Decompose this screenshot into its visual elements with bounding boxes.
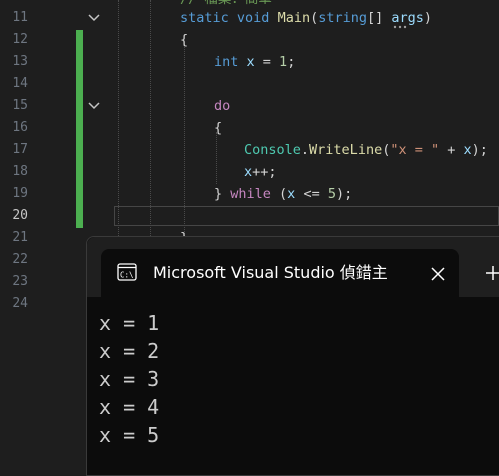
line-number: 13 — [12, 54, 28, 69]
code-token: [] — [367, 10, 392, 26]
change-indicator-bar — [76, 30, 83, 228]
line-number: 18 — [12, 164, 28, 179]
fold-chevron-icon[interactable] — [86, 98, 102, 114]
output-line: x = 3 — [99, 367, 160, 391]
code-token: { — [214, 120, 223, 136]
close-icon[interactable] — [431, 266, 445, 281]
current-line-highlight — [114, 206, 499, 226]
suggestion-dots — [393, 25, 407, 29]
code-token: + — [439, 142, 464, 158]
line-number: 20 — [12, 208, 28, 223]
code-token: { — [180, 32, 189, 48]
output-line: x = 2 — [99, 339, 160, 363]
line-number: 22 — [12, 252, 28, 267]
indent-guide — [216, 132, 217, 184]
code-token: ( — [310, 10, 319, 26]
code-token: Console — [244, 142, 301, 158]
code-token: ) — [423, 10, 433, 26]
code-token: void — [236, 10, 270, 26]
line-number: 11 — [12, 10, 28, 25]
terminal-tab[interactable]: C:\ Microsoft Visual Studio 偵錯主 — [101, 249, 459, 297]
terminal-output[interactable]: x = 1 x = 2 x = 3 x = 4 x = 5 — [99, 309, 159, 449]
terminal-tab-title: Microsoft Visual Studio 偵錯主 — [153, 263, 388, 282]
line-number: 21 — [12, 230, 28, 245]
code-token: string — [318, 10, 368, 26]
code-token: x — [238, 54, 255, 70]
code-line-17[interactable]: Console.WriteLine("x = " + x); — [244, 139, 488, 161]
terminal-titlebar[interactable]: C:\ Microsoft Visual Studio 偵錯主 — [87, 237, 499, 297]
code-line-13[interactable]: int x = 1; — [214, 51, 295, 73]
code-token: x — [463, 142, 472, 158]
code-token: int — [214, 54, 239, 70]
code-token: . — [300, 142, 310, 158]
fold-chevron-icon[interactable] — [86, 10, 102, 26]
line-number: 16 — [12, 120, 28, 135]
code-token: ( — [270, 186, 288, 202]
code-token: } — [214, 186, 231, 202]
line-number: 24 — [12, 296, 28, 311]
output-line: x = 1 — [99, 311, 160, 335]
code-token: Main — [277, 10, 311, 26]
code-token: while — [230, 186, 271, 202]
line-number: 23 — [12, 274, 28, 289]
code-token: ++; — [252, 164, 277, 180]
code-line-12[interactable]: { — [180, 29, 188, 51]
code-token: WriteLine — [309, 142, 383, 158]
indent-guide — [118, 0, 119, 236]
line-number: 15 — [12, 98, 28, 113]
code-token: 1 — [279, 54, 288, 70]
output-line: x = 5 — [99, 423, 160, 447]
plus-icon[interactable] — [485, 265, 499, 281]
code-token: do — [214, 98, 231, 114]
code-line-18[interactable]: x++; — [244, 161, 277, 183]
code-token: = — [254, 54, 280, 70]
code-token: ); — [471, 142, 488, 158]
debug-console-window[interactable]: C:\ Microsoft Visual Studio 偵錯主 x = 1x =… — [86, 236, 499, 476]
code-token: x — [244, 164, 253, 180]
line-number: 19 — [12, 186, 28, 201]
line-number: 14 — [12, 76, 28, 91]
line-number: 12 — [12, 32, 28, 47]
code-token: ); — [335, 186, 353, 202]
code-line-15[interactable]: do — [214, 95, 230, 117]
code-line-19[interactable]: } while (x <= 5); — [214, 183, 352, 205]
line-number: 17 — [12, 142, 28, 157]
code-token: ; — [287, 54, 296, 70]
output-line: x = 4 — [99, 395, 160, 419]
code-line-16[interactable]: { — [214, 117, 222, 139]
terminal-icon: C:\ — [117, 263, 137, 281]
code-token: 5 — [327, 186, 336, 202]
code-token: <= — [295, 186, 328, 202]
svg-text:C:\: C:\ — [120, 271, 134, 280]
indent-guide — [150, 0, 151, 236]
code-token: static — [180, 10, 229, 26]
code-token: "x = " — [390, 142, 440, 158]
